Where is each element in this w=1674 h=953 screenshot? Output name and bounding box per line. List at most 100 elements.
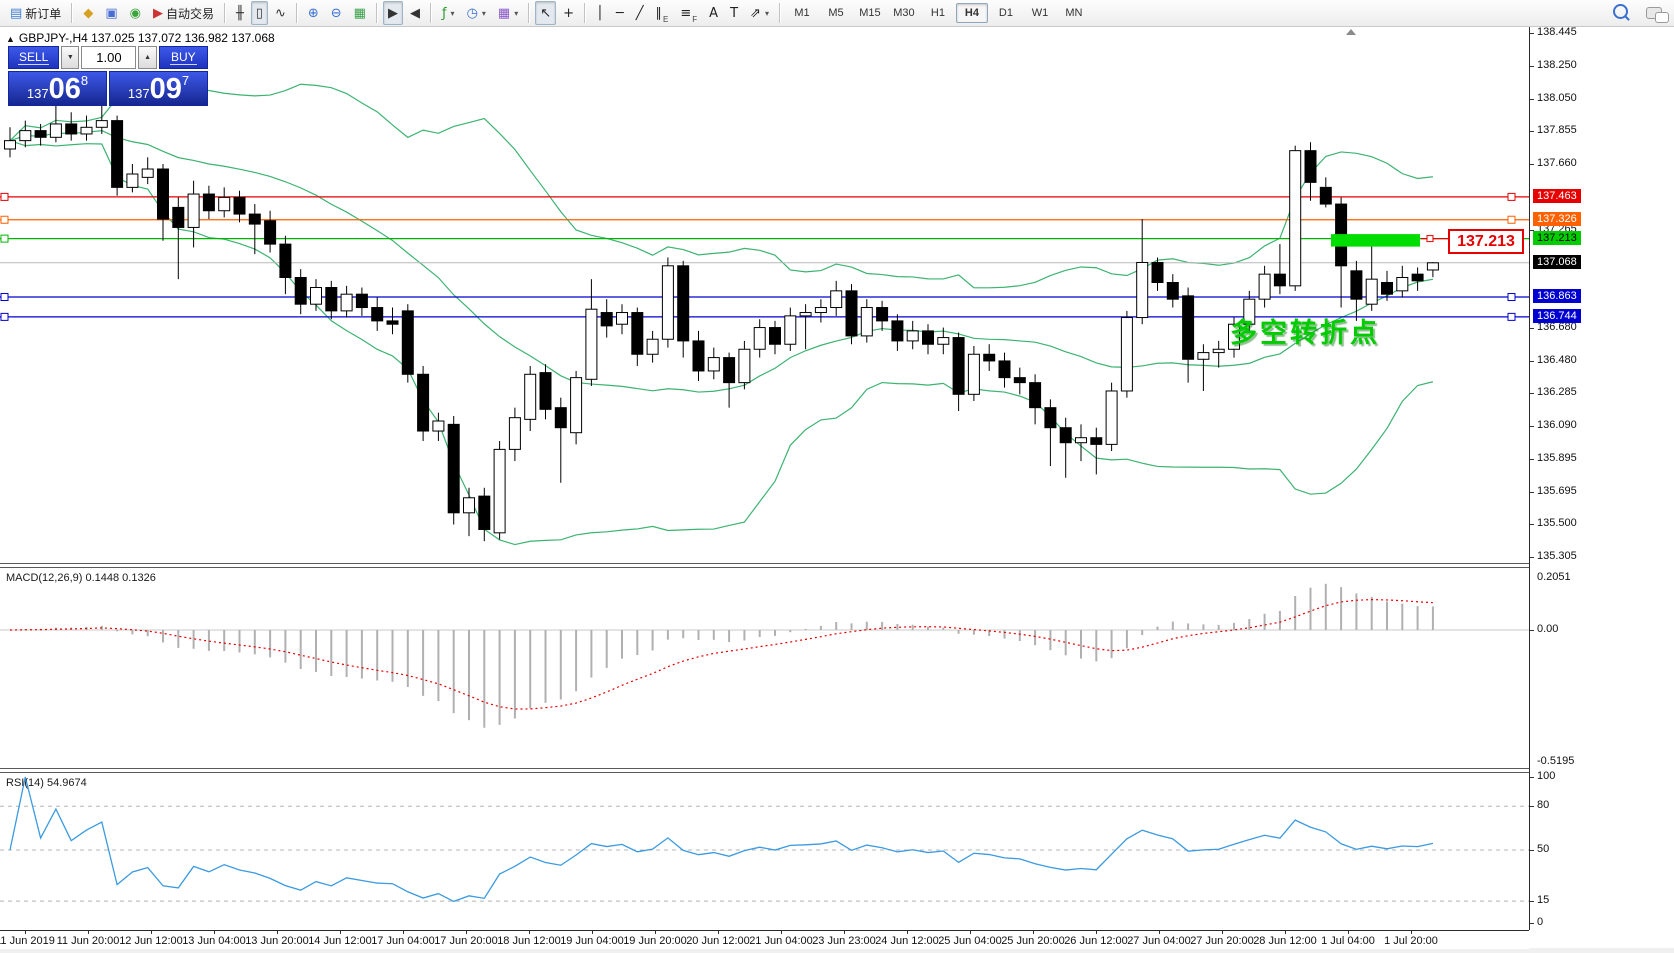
new-order-button[interactable]: ▤新订单 — [5, 1, 66, 25]
candle-body — [1137, 262, 1148, 317]
autotrading-label: 自动交易 — [166, 5, 214, 22]
buy-button[interactable]: BUY — [159, 46, 208, 69]
candle-body — [1106, 391, 1117, 444]
candle-body — [112, 121, 123, 188]
autotrading-icon: ▶ — [153, 7, 163, 20]
search-icon[interactable] — [1613, 4, 1628, 19]
pane-separator[interactable] — [0, 563, 1529, 568]
time-axis-label: 14 Jun 12:00 — [308, 935, 372, 947]
timeframe-w1-button[interactable]: W1 — [1024, 3, 1056, 23]
candle-body — [1167, 282, 1178, 299]
candle-body — [1030, 383, 1041, 408]
candle-body — [295, 277, 306, 304]
arrows-icon: ⇗ — [750, 7, 761, 20]
arrows-button[interactable]: ⇗▾ — [745, 1, 774, 25]
time-axis-label: 11 Jun 20:00 — [57, 935, 120, 947]
templates-button[interactable]: ▦▾ — [493, 1, 523, 25]
candle-body — [907, 331, 918, 341]
sell-button[interactable]: SELL — [8, 46, 59, 69]
macd-axis-zero: 0.00 — [1537, 623, 1558, 635]
auto-scroll-button[interactable]: ▶ — [383, 1, 403, 25]
arrows-dropdown-icon[interactable]: ▾ — [765, 9, 769, 18]
line-chart-button[interactable]: ∿ — [270, 1, 291, 25]
sell-price-button[interactable]: 137068 — [8, 71, 107, 106]
hline-handle[interactable] — [1508, 216, 1515, 223]
timeframe-m1-button[interactable]: M1 — [786, 3, 818, 23]
candle-body — [50, 124, 61, 137]
time-axis-label: 26 Jun 12:00 — [1064, 935, 1128, 947]
candle-body — [387, 321, 398, 324]
timeframe-h4-button[interactable]: H4 — [956, 3, 988, 23]
zoom-in-button[interactable]: ⊕ — [303, 1, 324, 25]
indicators-dropdown-icon[interactable]: ▾ — [451, 9, 455, 18]
periods-button[interactable]: ◷▾ — [462, 1, 491, 25]
price-axis[interactable]: 138.445138.250138.050137.855137.660137.2… — [1529, 27, 1674, 930]
zoom-out-button[interactable]: ⊖ — [326, 1, 347, 25]
price-axis-tick — [1530, 459, 1534, 460]
hline-handle[interactable] — [1508, 294, 1515, 301]
hline-handle[interactable] — [1, 216, 8, 223]
turning-point-annotation: 多空转折点 — [1230, 311, 1380, 350]
hline-handle[interactable] — [1, 313, 8, 320]
vertical-line-button[interactable]: │ — [591, 1, 609, 25]
candlestick-chart-button[interactable]: ▯ — [251, 1, 268, 25]
hline-handle[interactable] — [1, 193, 8, 200]
highlight-rectangle[interactable] — [1331, 234, 1420, 247]
volume-input[interactable]: 1.00 — [81, 46, 136, 69]
crosshair-button[interactable]: + — [558, 1, 579, 25]
price-axis-tick — [1530, 99, 1534, 100]
hline-handle[interactable] — [1508, 193, 1515, 200]
periods-dropdown-icon[interactable]: ▾ — [482, 9, 486, 18]
chart-shift-marker-icon[interactable] — [1346, 29, 1356, 35]
timeframe-m15-button[interactable]: M15 — [854, 3, 886, 23]
volume-down-button[interactable]: ▼ — [61, 46, 79, 69]
timeframe-m30-button[interactable]: M30 — [888, 3, 920, 23]
panel-toggle-icon[interactable]: ▲ — [6, 34, 15, 44]
candle-body — [1045, 408, 1056, 428]
metaeditor-button[interactable]: ▣ — [100, 1, 122, 25]
signals-button[interactable]: ◉ — [125, 1, 146, 25]
pane-separator[interactable] — [0, 768, 1529, 773]
autotrading-button[interactable]: ▶自动交易 — [148, 1, 219, 25]
chat-icon[interactable] — [1646, 7, 1662, 19]
equidistant-channel-button[interactable]: ∥E — [651, 1, 674, 25]
time-axis-label: 27 Jun 20:00 — [1190, 935, 1254, 947]
candle-body — [953, 338, 964, 395]
chart-canvas[interactable] — [0, 27, 1529, 953]
hline-handle[interactable] — [1508, 313, 1515, 320]
candle-body — [892, 321, 903, 341]
horizontal-line-button[interactable]: ─ — [611, 1, 629, 25]
text-button[interactable]: A — [704, 1, 723, 25]
metaeditor-icon: ▣ — [105, 7, 117, 20]
timeframe-m5-button[interactable]: M5 — [820, 3, 852, 23]
trendline-button[interactable]: ╱ — [631, 1, 649, 25]
text-label-button[interactable]: T — [725, 1, 743, 25]
time-axis-tick — [1411, 931, 1412, 934]
timeframe-d1-button[interactable]: D1 — [990, 3, 1022, 23]
gold-tool-button[interactable]: ◆ — [78, 1, 98, 25]
price-tag-label[interactable]: 137.213 — [1448, 229, 1524, 254]
chart-shift-button[interactable]: ◀ — [405, 1, 425, 25]
candle-body — [525, 374, 536, 419]
bar-chart-button[interactable]: ╫ — [231, 1, 249, 25]
time-axis[interactable]: 11 Jun 201911 Jun 20:0012 Jun 12:0013 Ju… — [0, 930, 1529, 949]
hline-handle[interactable] — [1, 294, 8, 301]
volume-up-button[interactable]: ▲ — [138, 46, 156, 69]
candle-body — [708, 358, 719, 371]
indicators-button[interactable]: ƒ▾ — [437, 1, 460, 25]
buy-price-button[interactable]: 137097 — [109, 71, 208, 106]
timeframe-h1-button[interactable]: H1 — [922, 3, 954, 23]
candle-body — [1427, 263, 1438, 270]
timeframe-mn-button[interactable]: MN — [1058, 3, 1090, 23]
candle-body — [1014, 378, 1025, 383]
fibonacci-button[interactable]: ≡F — [675, 1, 702, 25]
time-axis-label: 28 Jun 12:00 — [1253, 935, 1317, 947]
cursor-button[interactable]: ↖ — [535, 1, 556, 25]
tile-windows-button[interactable]: ▦ — [349, 1, 371, 25]
templates-dropdown-icon[interactable]: ▾ — [514, 9, 518, 18]
hline-handle[interactable] — [1, 235, 8, 242]
candle-body — [35, 131, 46, 138]
chart-area[interactable]: ▲GBPJPY-,H4 137.025 137.072 136.982 137.… — [0, 27, 1674, 953]
time-axis-label: 1 Jul 04:00 — [1321, 935, 1375, 947]
toolbar-separator — [71, 3, 73, 23]
